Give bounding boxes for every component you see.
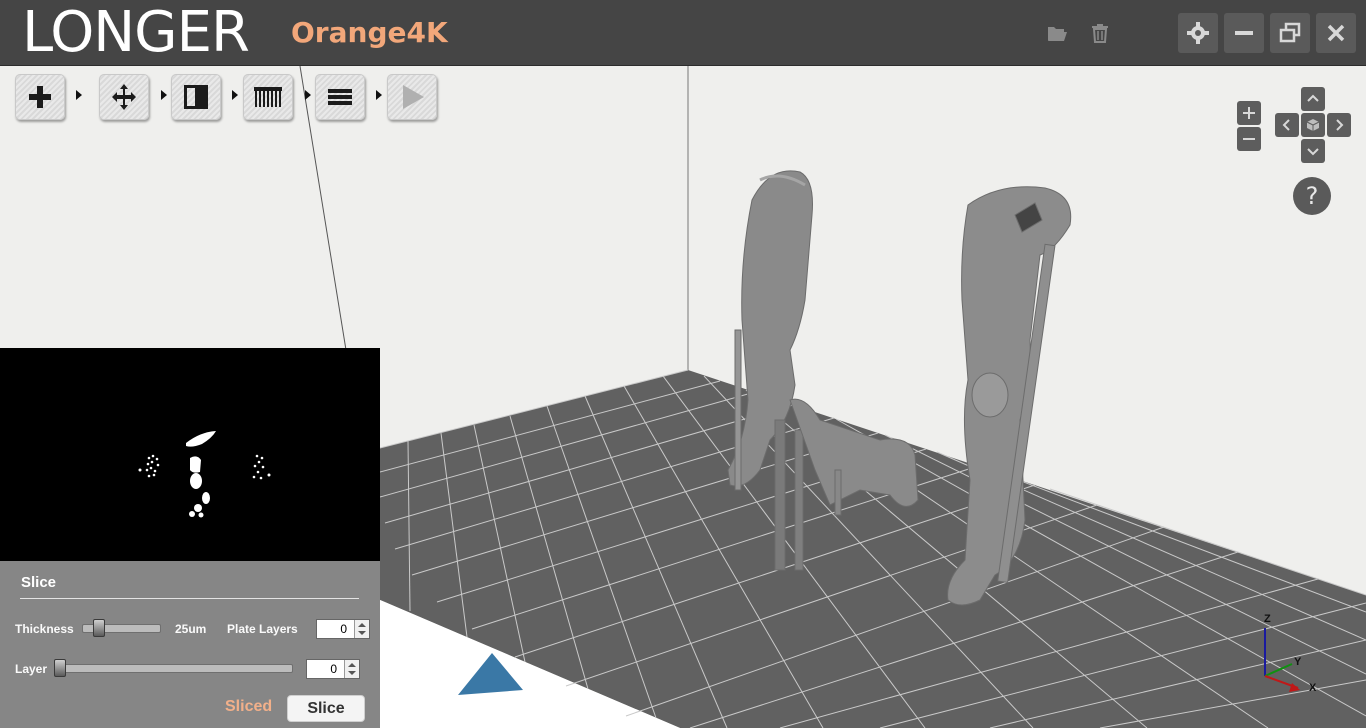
plate-layers-label: Plate Layers bbox=[227, 622, 298, 636]
chevron-up-icon bbox=[1307, 94, 1319, 102]
help-button[interactable]: ? bbox=[1293, 177, 1331, 215]
brand-logo: LONGER bbox=[22, 0, 250, 65]
layer-slider-track[interactable] bbox=[55, 664, 293, 673]
layer-stepper[interactable] bbox=[344, 660, 359, 678]
slice-panel-title: Slice bbox=[21, 574, 57, 591]
layer-spinner[interactable] bbox=[306, 659, 360, 679]
layer-input[interactable] bbox=[307, 660, 341, 678]
minus-icon bbox=[1243, 138, 1255, 140]
reset-view-button[interactable] bbox=[1301, 113, 1325, 137]
plus-icon bbox=[1243, 107, 1255, 119]
supports-button[interactable] bbox=[243, 74, 293, 120]
toolbar-separator-arrow bbox=[232, 90, 238, 100]
close-icon bbox=[1327, 24, 1345, 42]
rotate-down-button[interactable] bbox=[1301, 139, 1325, 163]
plate-layers-input[interactable] bbox=[317, 620, 351, 638]
settings-button[interactable] bbox=[1178, 13, 1218, 53]
toolbar-separator-arrow bbox=[376, 90, 382, 100]
add-icon bbox=[29, 86, 51, 108]
layer-slider-handle[interactable] bbox=[54, 659, 66, 677]
chevron-down-icon bbox=[1307, 148, 1319, 156]
orientation-icon bbox=[184, 85, 208, 109]
plate-layers-spinner[interactable] bbox=[316, 619, 370, 639]
layer-label: Layer bbox=[15, 662, 48, 676]
zoom-in-button[interactable] bbox=[1237, 101, 1261, 125]
move-icon bbox=[112, 84, 136, 110]
slice-panel: Slice Thickness 25um Plate Layers Layer … bbox=[0, 561, 380, 728]
axis-x-label: X bbox=[1309, 682, 1317, 694]
move-button[interactable] bbox=[99, 74, 149, 120]
axis-z-label: Z bbox=[1264, 613, 1271, 625]
minimize-icon bbox=[1235, 31, 1253, 35]
cube-icon bbox=[1306, 119, 1320, 131]
play-icon bbox=[403, 85, 424, 109]
slice-button[interactable]: Slice bbox=[287, 695, 365, 722]
folder-open-icon[interactable] bbox=[1046, 22, 1068, 44]
rotate-left-button[interactable] bbox=[1275, 113, 1299, 137]
add-model-button[interactable] bbox=[15, 74, 65, 120]
thickness-slider-handle[interactable] bbox=[93, 619, 105, 637]
rotate-right-button[interactable] bbox=[1327, 113, 1351, 137]
layers-icon bbox=[328, 89, 352, 105]
chevron-right-icon bbox=[1336, 119, 1344, 131]
title-bar: LONGER Orange4K bbox=[0, 0, 1366, 66]
axis-y-label: Y bbox=[1294, 656, 1302, 668]
toolbar-separator-arrow bbox=[161, 90, 167, 100]
layers-button[interactable] bbox=[315, 74, 365, 120]
rotate-up-button[interactable] bbox=[1301, 87, 1325, 111]
restore-icon bbox=[1279, 22, 1301, 43]
divider bbox=[20, 598, 359, 599]
printer-model-label: Orange4K bbox=[291, 16, 448, 49]
toolbar-separator-arrow bbox=[76, 90, 82, 100]
orientation-button[interactable] bbox=[171, 74, 221, 120]
layer-preview bbox=[0, 348, 380, 561]
slice-status-text: Sliced bbox=[225, 698, 273, 715]
trash-icon[interactable] bbox=[1089, 22, 1111, 44]
thickness-label: Thickness bbox=[15, 622, 74, 636]
close-button[interactable] bbox=[1316, 13, 1356, 53]
print-button[interactable] bbox=[387, 74, 437, 120]
zoom-out-button[interactable] bbox=[1237, 127, 1261, 151]
supports-icon bbox=[254, 87, 282, 107]
thickness-value: 25um bbox=[175, 622, 207, 636]
toolbar-separator-arrow bbox=[305, 90, 311, 100]
plate-layers-stepper[interactable] bbox=[354, 620, 369, 638]
chevron-left-icon bbox=[1282, 119, 1290, 131]
restore-button[interactable] bbox=[1270, 13, 1310, 53]
layer-slice-image bbox=[138, 431, 271, 518]
minimize-button[interactable] bbox=[1224, 13, 1264, 53]
gear-icon bbox=[1187, 22, 1209, 44]
